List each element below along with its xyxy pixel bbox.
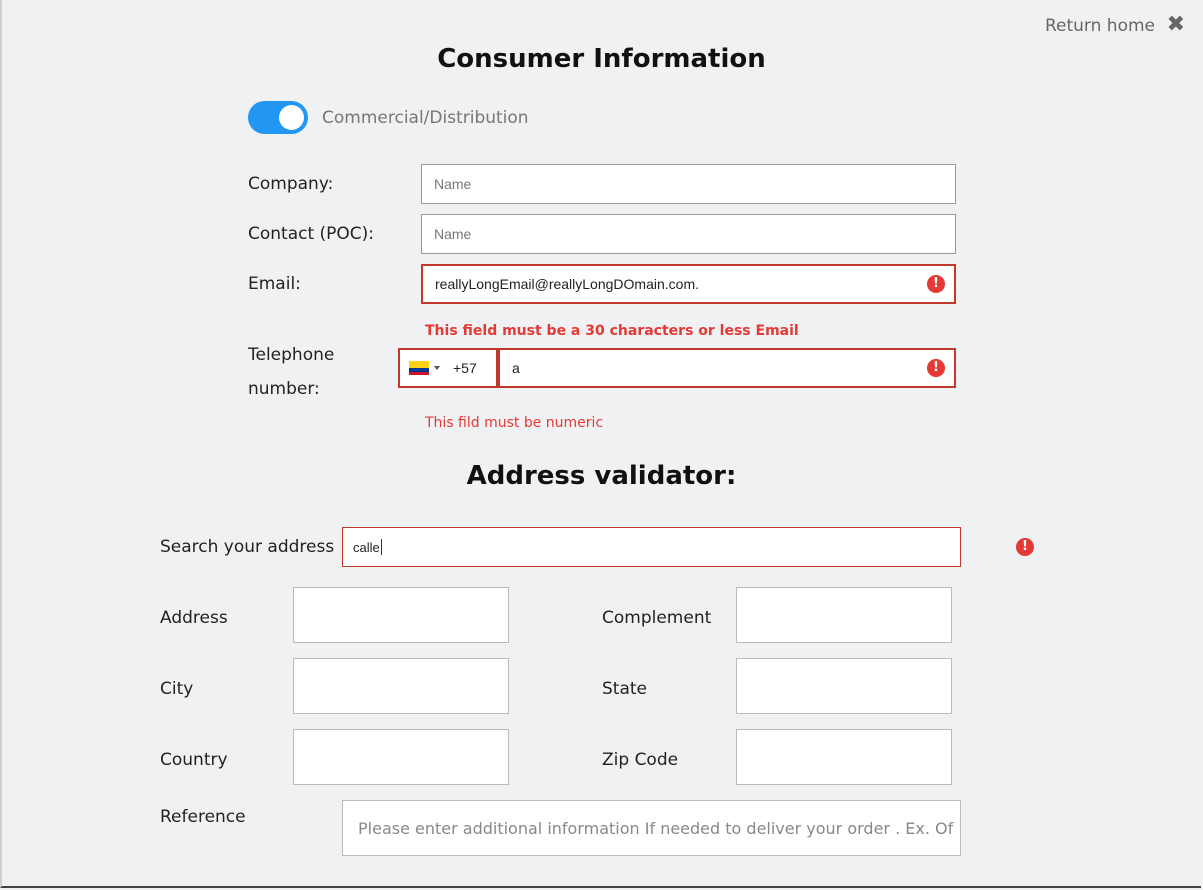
phone-label-line1: Telephone <box>248 345 335 365</box>
email-error-icon: ! <box>927 275 945 293</box>
complement-label: Complement <box>602 608 712 628</box>
city-input[interactable] <box>293 658 509 714</box>
reference-input[interactable]: Please enter additional information If n… <box>342 800 961 856</box>
company-label: Company: <box>248 174 334 194</box>
text-cursor <box>380 539 382 555</box>
search-address-value: calle <box>353 539 380 555</box>
dial-code: +57 <box>453 360 477 376</box>
search-address-label: Search your address <box>160 537 335 557</box>
country-label: Country <box>160 750 228 770</box>
phone-input[interactable]: a <box>498 348 956 388</box>
zip-code-label: Zip Code <box>602 750 679 770</box>
complement-input[interactable] <box>736 587 952 643</box>
state-label: State <box>602 679 647 699</box>
email-error-message: This field must be a 30 characters or le… <box>425 323 799 339</box>
country-code-selector[interactable]: +57 <box>398 348 498 388</box>
email-label: Email: <box>248 274 301 294</box>
search-address-input[interactable]: calle <box>342 527 961 567</box>
address-section-title: Address validator: <box>466 461 737 491</box>
toggle-label: Commercial/Distribution <box>322 108 529 128</box>
close-icon[interactable]: ✖ <box>1167 14 1185 36</box>
commercial-toggle[interactable] <box>248 101 308 134</box>
state-input[interactable] <box>736 658 952 714</box>
page-title: Consumer Information <box>437 44 766 74</box>
contact-label: Contact (POC): <box>248 224 375 244</box>
phone-error-message: This fild must be numeric <box>425 415 604 431</box>
colombia-flag-icon <box>409 361 429 375</box>
chevron-down-icon <box>434 366 440 370</box>
country-input[interactable] <box>293 729 509 785</box>
email-input[interactable]: reallyLongEmail@reallyLongDOmain.com. <box>421 264 956 304</box>
reference-label: Reference <box>160 807 246 827</box>
toggle-knob <box>279 105 304 130</box>
return-home-link[interactable]: Return home <box>1045 16 1155 36</box>
address-label: Address <box>160 608 228 628</box>
zip-code-input[interactable] <box>736 729 952 785</box>
phone-label-line2: number: <box>248 379 320 399</box>
phone-error-icon: ! <box>927 359 945 377</box>
company-input[interactable]: Name <box>421 164 956 204</box>
city-label: City <box>160 679 194 699</box>
contact-input[interactable]: Name <box>421 214 956 254</box>
address-error-icon: ! <box>1016 538 1034 556</box>
address-input[interactable] <box>293 587 509 643</box>
